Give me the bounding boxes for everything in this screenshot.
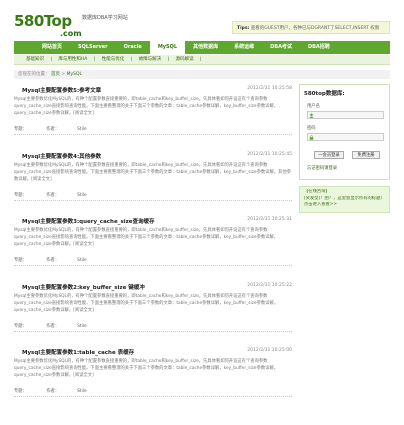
tips-label: Tips: [237, 26, 250, 31]
article-category-label: 专题： [14, 258, 27, 263]
article-meta: 专题： 作者： Stile [14, 323, 292, 329]
subnav-divider: | [93, 57, 96, 62]
subnav-item-performance[interactable]: 性能与优化 [102, 57, 125, 62]
subnav-item-troubleshooting[interactable]: 故障与解决 [139, 57, 162, 62]
notice-box: 【在线咨询】 [突发型]！困？，这里会显示所有的标题） 点击进入查看>> [299, 186, 390, 213]
notice-link[interactable]: 点击进入查看>> [304, 202, 385, 209]
article-summary: Mysql主要参数优化MySQL的，有种个配置参数直接重要的，即table_ca… [14, 359, 279, 378]
article-divider [14, 396, 292, 397]
subnav-item-basics[interactable]: 基础知识 [26, 57, 44, 62]
article-category-label: 专题： [14, 127, 27, 132]
article-divider [14, 265, 292, 266]
article-title-link[interactable]: Mysql主要配置参数5:参考文章 [22, 86, 101, 94]
article-author-label: 作者： [46, 324, 60, 329]
article-divider [14, 200, 292, 201]
nav-item-dba-exam[interactable]: DBA考试 [262, 41, 300, 54]
site-logo[interactable]: 580Top .com [14, 12, 82, 38]
sub-nav: 基础知识 | 库与用性和HA | 性能与优化 | 故障与解决 | 源码解读 | [14, 55, 390, 65]
breadcrumb-separator: > [61, 72, 66, 77]
article-author-label: 作者： [46, 193, 60, 198]
breadcrumb-current[interactable]: MySQL [67, 72, 82, 77]
article-summary: Mysql主要参数优化MySQL的，有种个配置参数直接重要的，即table_ca… [14, 163, 291, 182]
article-author: Stile [77, 258, 87, 263]
login-box: 580top数据库: 用户名 密码 一会员登录 免费注册 忘记密码请登录 [299, 84, 390, 180]
subnav-item-ha[interactable]: 库与用性和HA [58, 57, 87, 62]
subnav-divider: | [200, 57, 202, 62]
article-title-link[interactable]: Mysql主要配置参数2:key_buffer_size 键缓冲 [22, 283, 145, 291]
nav-item-sqlserver[interactable]: SQLServer [70, 41, 116, 54]
lock-icon [309, 135, 314, 140]
nav-item-dba-jobs[interactable]: DBA招聘 [300, 41, 338, 54]
article-author: Stile [77, 324, 87, 329]
password-label: 密码 [307, 126, 316, 131]
user-icon [309, 113, 314, 118]
nav-item-mysql[interactable]: MySQL [149, 41, 186, 54]
article-title-link[interactable]: Mysql主要配置参数4:其他参数 [22, 152, 101, 160]
article-summary: Mysql主要参数优化MySQL的，有种个配置参数直接重要的，即table_ca… [14, 228, 279, 247]
site-slogan: 数据库DBA学习网站 [82, 15, 128, 21]
article-summary: Mysql主要参数优化MySQL的，有种个配置参数直接重要的，即table_ca… [14, 294, 279, 313]
subnav-divider: | [167, 57, 170, 62]
nav-item-other-db[interactable]: 其他数据库 [185, 41, 226, 54]
breadcrumb-home-link[interactable]: 首页 [51, 72, 60, 77]
tips-bar: Tips: 查看的GUEST用户，各种已与DGRANT了SELECT,INSER… [232, 21, 390, 34]
article-divider [14, 134, 292, 135]
article-author: Stile [77, 127, 87, 132]
password-input[interactable] [307, 133, 384, 141]
username-input[interactable] [307, 111, 384, 119]
article-meta: 专题： 作者： Stile [14, 388, 292, 394]
article-date: 2012/2/31 10:25:31 [247, 217, 292, 222]
article-author-label: 作者： [46, 258, 60, 263]
nav-item-oracle[interactable]: Oracle [116, 41, 150, 54]
article-category-label: 专题： [14, 324, 27, 329]
article-title-link[interactable]: Mysql主要配置参数3:query_cache_size查询缓存 [22, 217, 155, 225]
article-author: Stile [77, 193, 87, 198]
nav-item-home[interactable]: 网站首页 [34, 41, 70, 54]
breadcrumb: 您现在的位置： 首页 > MySQL [14, 70, 390, 79]
article-date: 2012/2/31 10:25:00 [247, 348, 292, 353]
main-nav: 网站首页 SQLServer Oracle MySQL 其他数据库 系统运维 D… [14, 41, 390, 54]
article-divider [14, 331, 292, 332]
article-meta: 专题： 作者： Stile [14, 126, 292, 132]
tips-text: 查看的GUEST用户，各种已与DGRANT了SELECT,INSERT 权限 [250, 26, 380, 31]
article-date: 2012/2/31 10:25:45 [247, 152, 292, 157]
article-meta: 专题： 作者： Stile [14, 192, 292, 198]
article-category-label: 专题： [14, 193, 27, 198]
register-button[interactable]: 免费注册 [352, 151, 380, 159]
article-title-link[interactable]: Mysql主要配置参数1:table_cache 表缓存 [22, 348, 134, 356]
breadcrumb-prefix: 您现在的位置： [18, 72, 50, 77]
subnav-divider: | [50, 57, 52, 62]
logo-text: 580Top [14, 12, 72, 30]
article-summary: Mysql主要参数优化MySQL的，有种个配置参数直接重要的，即table_ca… [14, 97, 279, 116]
subnav-divider: | [130, 57, 133, 62]
article-category-label: 专题： [14, 389, 27, 394]
login-button[interactable]: 一会员登录 [314, 151, 344, 159]
nav-item-ops[interactable]: 系统运维 [226, 41, 262, 54]
username-label: 用户名 [307, 104, 320, 109]
article-author-label: 作者： [46, 389, 60, 394]
article-date: 2012/2/31 10:25:58 [247, 86, 292, 91]
article-meta: 专题： 作者： Stile [14, 257, 292, 263]
forgot-password-link[interactable]: 忘记密码请登录 [307, 165, 337, 171]
logo-suffix: .com [60, 29, 82, 38]
page: 580Top .com 数据库DBA学习网站 Tips: 查看的GUEST用户，… [14, 0, 390, 425]
subnav-item-source[interactable]: 源码解读 [176, 57, 194, 62]
article-author-label: 作者： [46, 127, 60, 132]
article-author: Stile [77, 389, 87, 394]
article-date: 2012/2/31 10:25:22 [247, 283, 292, 288]
login-title: 580top数据库: [304, 91, 345, 97]
